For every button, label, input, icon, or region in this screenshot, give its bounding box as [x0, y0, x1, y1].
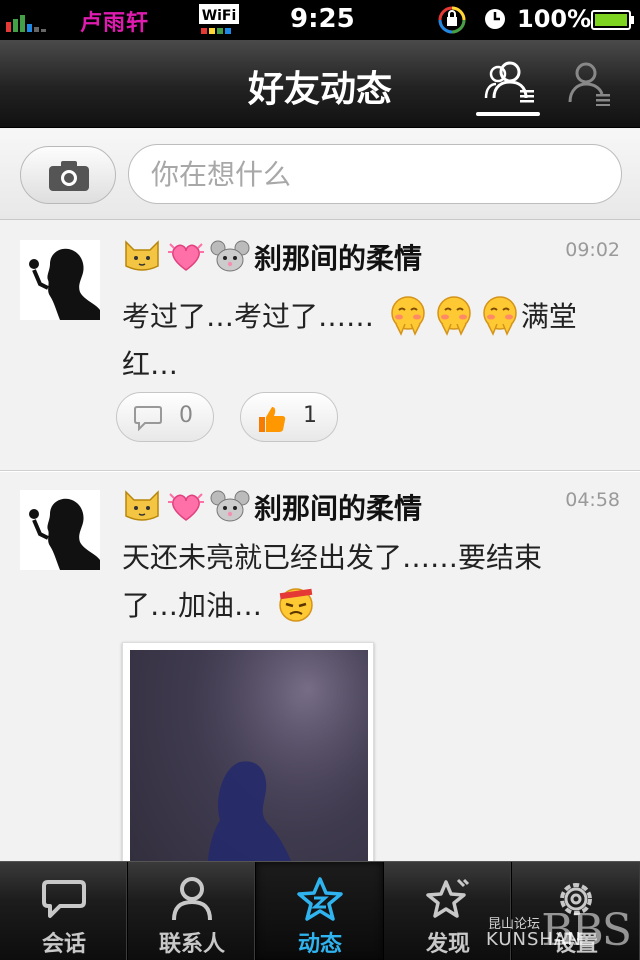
post-text-before: 考过了…考过了…… [122, 300, 375, 333]
silhouette-avatar-image [20, 240, 100, 320]
comment-button[interactable]: 0 [116, 392, 214, 442]
post-photo[interactable] [122, 642, 374, 861]
chat-bubble-icon [42, 880, 86, 918]
discover-icon [426, 878, 470, 918]
my-feed-icon [568, 62, 610, 106]
author-name: 刹那间的柔情 [254, 492, 423, 525]
tab-label: 会话 [41, 932, 86, 957]
post-content: 考过了…考过了…… 满堂红… [122, 293, 622, 389]
cat-face-icon [125, 490, 159, 521]
feed-post[interactable]: 刹那间的柔情 09:02 考过了…考过了…… 满堂红… 0 1 [0, 221, 640, 471]
tab-discover[interactable]: 发现 [384, 862, 512, 960]
avatar[interactable] [20, 240, 100, 320]
tab-label: 发现 [425, 932, 470, 957]
tab-bar: 会话 联系人 动态 发现 设置 [0, 861, 640, 960]
cat-face-icon [125, 240, 159, 271]
determined-face-icon [279, 588, 313, 622]
avatar[interactable] [20, 490, 100, 570]
blushing-face-icon [437, 296, 471, 336]
heart-icon [168, 243, 204, 271]
wifi-icon: WiFi [199, 4, 239, 34]
tab-feed[interactable]: 动态 [256, 862, 384, 960]
friends-feed-icon [484, 61, 534, 103]
tab-contacts[interactable]: 联系人 [128, 862, 256, 960]
mouse-face-icon [210, 240, 250, 272]
star-icon [297, 877, 343, 921]
post-author[interactable]: 刹那间的柔情 [122, 487, 422, 527]
battery-percentage: 100% [517, 5, 592, 33]
shadow-silhouette-image [130, 650, 368, 861]
battery-icon [591, 10, 634, 30]
page-title: 好友动态 [247, 69, 392, 110]
silhouette-avatar-image [20, 490, 100, 570]
signal-strength-icon [6, 15, 46, 32]
blushing-face-icon [391, 296, 425, 336]
nav-bar: 好友动态 [0, 40, 640, 128]
svg-text:WiFi: WiFi [202, 8, 237, 24]
post-text: 天还未亮就已经出发了……要结束了…加油… [122, 541, 543, 622]
tab-settings[interactable]: 设置 [512, 862, 640, 960]
post-time: 09:02 [565, 239, 620, 261]
blushing-face-icon [483, 296, 517, 336]
my-feed-button[interactable] [566, 60, 612, 106]
rotation-lock-icon [438, 6, 466, 34]
author-name: 刹那间的柔情 [254, 242, 423, 275]
like-count: 1 [303, 403, 317, 428]
comment-icon [134, 406, 162, 431]
feed-list[interactable]: 刹那间的柔情 09:02 考过了…考过了…… 满堂红… 0 1 刹那间的柔情 0… [0, 221, 640, 861]
post-time: 04:58 [565, 489, 620, 511]
camera-icon [49, 161, 89, 191]
tab-label: 动态 [297, 932, 342, 957]
tab-conversations[interactable]: 会话 [0, 862, 128, 960]
alarm-clock-icon [485, 9, 505, 29]
mouse-face-icon [210, 490, 250, 522]
thumbs-up-icon [259, 407, 286, 432]
contact-icon [172, 877, 212, 921]
compose-bar [0, 129, 640, 220]
heart-icon [168, 493, 204, 521]
friends-feed-button[interactable] [476, 58, 540, 116]
active-indicator [476, 112, 540, 116]
status-input[interactable] [128, 144, 622, 204]
carrier-name: 卢雨轩 [80, 11, 150, 36]
comment-count: 0 [179, 403, 193, 428]
like-button[interactable]: 1 [240, 392, 338, 442]
photo-image [130, 650, 368, 861]
gear-icon [560, 883, 592, 915]
tab-label: 设置 [553, 932, 598, 957]
status-bar: 卢雨轩 WiFi 9:25 100% [0, 0, 640, 40]
tab-label: 联系人 [158, 932, 225, 957]
camera-button[interactable] [20, 146, 116, 204]
post-content: 天还未亮就已经出发了……要结束了…加油… [122, 534, 592, 630]
status-time: 9:25 [290, 4, 355, 34]
post-author[interactable]: 刹那间的柔情 [122, 237, 422, 277]
